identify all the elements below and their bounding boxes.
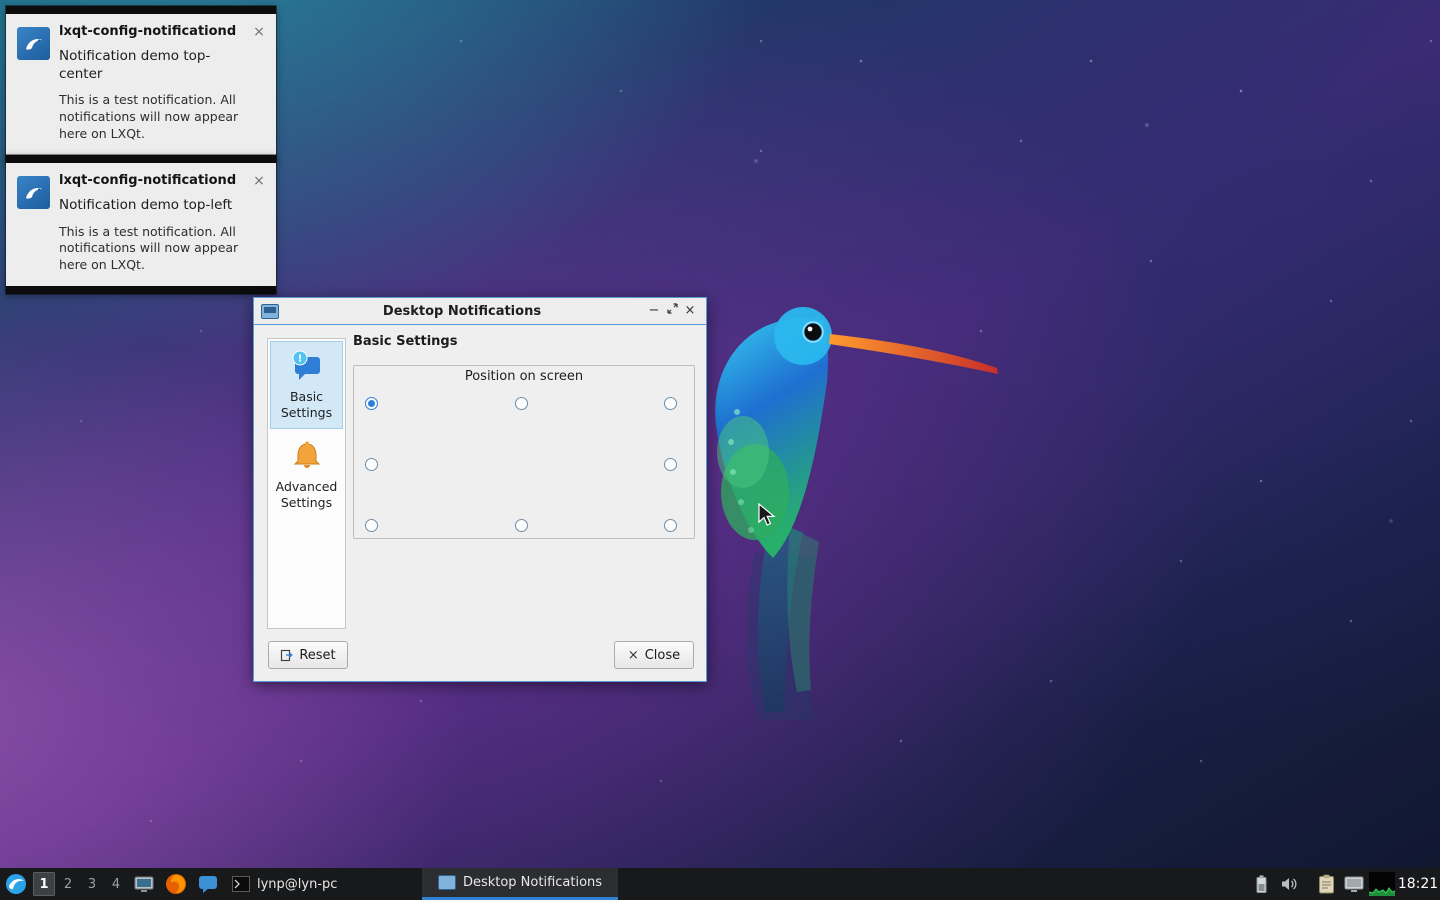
taskbar: 1 2 3 4 <box>0 868 1440 900</box>
workspace-button-2[interactable]: 2 <box>57 872 79 896</box>
taskbar-task-desktop-notifications[interactable]: Desktop Notifications <box>422 868 618 900</box>
groupbox-title: Position on screen <box>354 369 694 384</box>
close-button[interactable]: × Close <box>614 641 694 669</box>
lxqt-logo-icon <box>4 872 28 896</box>
sidebar-item-label: Advanced Settings <box>270 479 343 512</box>
workspace-button-1[interactable]: 1 <box>33 872 55 896</box>
window-titlebar[interactable]: Desktop Notifications − × <box>254 298 706 325</box>
notification-close-icon[interactable]: × <box>251 24 267 40</box>
window-title: Desktop Notifications <box>279 304 645 319</box>
notification-app-name: lxqt-config-notificationd <box>59 173 264 188</box>
chat-bubble-icon <box>198 874 218 894</box>
reset-icon <box>280 649 293 662</box>
notification-summary: Notification demo top-left <box>59 197 249 215</box>
position-radio-bottom-right[interactable] <box>664 519 677 532</box>
position-radio-middle-right[interactable] <box>664 458 677 471</box>
notification-summary: Notification demo top-center <box>59 48 249 83</box>
close-button-x-icon: × <box>628 648 639 663</box>
sidebar-item-basic-settings[interactable]: ! Basic Settings <box>270 341 343 429</box>
svg-text:!: ! <box>297 354 302 365</box>
sidebar-item-label: Basic Settings <box>270 389 343 422</box>
position-radio-top-left[interactable] <box>365 397 378 410</box>
taskbar-clock[interactable]: 18:21 <box>1396 868 1440 900</box>
position-radio-top-center[interactable] <box>515 397 528 410</box>
position-radio-middle-left[interactable] <box>365 458 378 471</box>
position-radio-top-right[interactable] <box>664 397 677 410</box>
advanced-settings-bell-icon <box>270 436 343 476</box>
notification-top-center[interactable]: × lxqt-config-notificationd Notification… <box>6 6 276 163</box>
lxqt-app-icon <box>17 27 50 60</box>
firefox-icon <box>165 873 187 895</box>
position-radio-bottom-center[interactable] <box>515 519 528 532</box>
file-manager-icon <box>134 875 154 893</box>
mouse-cursor <box>758 503 776 529</box>
monitor-icon <box>1344 876 1364 893</box>
reset-button[interactable]: Reset <box>268 641 348 669</box>
sidebar-item-advanced-settings[interactable]: Advanced Settings <box>270 431 343 519</box>
cpu-graph-icon <box>1369 872 1395 896</box>
close-button-label: Close <box>645 648 680 663</box>
section-heading: Basic Settings <box>353 334 457 349</box>
tray-volume[interactable] <box>1278 868 1302 900</box>
position-on-screen-groupbox: Position on screen <box>353 365 695 539</box>
notification-top-bar <box>6 6 276 14</box>
minimize-button-icon[interactable]: − <box>645 299 663 323</box>
tray-system-monitor-graph[interactable] <box>1368 868 1396 900</box>
tray-clipboard[interactable] <box>1314 868 1338 900</box>
basic-settings-bubble-icon: ! <box>270 346 343 386</box>
hummingbird-wallpaper-art <box>685 292 1015 722</box>
notification-top-bar <box>6 155 276 163</box>
window-icon <box>261 304 279 319</box>
start-menu-button[interactable] <box>2 868 30 900</box>
notification-bottom-bar <box>6 286 276 294</box>
quicklaunch-firefox[interactable] <box>163 868 189 900</box>
notification-body: This is a test notification. All notific… <box>59 224 254 275</box>
task-label: Desktop Notifications <box>463 875 602 890</box>
notification-body: This is a test notification. All notific… <box>59 92 254 143</box>
clipboard-icon <box>1318 874 1335 894</box>
tray-battery[interactable] <box>1250 868 1272 900</box>
tray-display[interactable] <box>1342 868 1366 900</box>
quicklaunch-file-manager[interactable] <box>131 868 157 900</box>
position-radio-bottom-left[interactable] <box>365 519 378 532</box>
reset-button-label: Reset <box>299 648 335 663</box>
window-icon <box>438 875 456 890</box>
battery-icon <box>1256 875 1267 893</box>
close-button-icon[interactable]: × <box>681 299 699 323</box>
workspace-button-3[interactable]: 3 <box>81 872 103 896</box>
lxqt-app-icon <box>17 176 50 209</box>
notification-top-left[interactable]: × lxqt-config-notificationd Notification… <box>6 155 276 294</box>
notification-close-icon[interactable]: × <box>251 173 267 189</box>
taskbar-task-terminal[interactable]: lynp@lyn-pc <box>224 868 345 900</box>
desktop: × lxqt-config-notificationd Notification… <box>0 0 1440 900</box>
terminal-icon <box>232 876 250 892</box>
desktop-notifications-window: Desktop Notifications − × Basic Settings… <box>253 297 707 682</box>
settings-sidebar: ! Basic Settings Advanced Settings <box>267 338 346 629</box>
workspace-button-4[interactable]: 4 <box>105 872 127 896</box>
wallpaper-stars <box>0 0 2 2</box>
speaker-icon <box>1281 876 1299 892</box>
notification-app-name: lxqt-config-notificationd <box>59 24 264 39</box>
maximize-button-icon[interactable] <box>663 299 681 323</box>
quicklaunch-messenger[interactable] <box>195 868 221 900</box>
task-label: lynp@lyn-pc <box>257 877 337 892</box>
